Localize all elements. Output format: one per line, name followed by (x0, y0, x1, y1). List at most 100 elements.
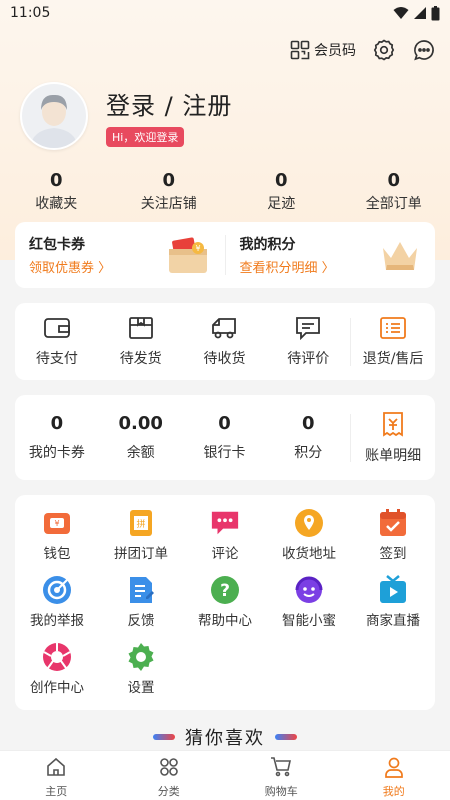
service-check-in[interactable]: 签到 (351, 508, 435, 575)
service-group-orders[interactable]: 拼 拼团订单 (99, 508, 183, 575)
avatar[interactable] (20, 82, 88, 150)
order-to-ship[interactable]: 待发货 (99, 316, 183, 368)
service-label: 钱包 (43, 546, 71, 562)
group-order-icon: 拼 (130, 510, 152, 536)
service-creator-center[interactable]: 创作中心 (15, 642, 99, 709)
services-card: ¥ 钱包 拼 拼团订单 评论 收货地址 签到 我的举报 反馈 ? 帮助中心 智能… (15, 495, 435, 710)
stat-favorites[interactable]: 0 收藏夹 (0, 170, 113, 213)
stat-label: 收藏夹 (35, 196, 78, 212)
points-entry[interactable]: 我的积分 查看积分明细 〉 (226, 222, 436, 288)
tab-mine[interactable]: 我的 (338, 751, 450, 800)
signal-icon (414, 7, 426, 19)
svg-text:¥: ¥ (54, 519, 59, 528)
service-label: 评论 (211, 546, 239, 562)
calendar-check-icon (380, 509, 406, 536)
order-label: 待发货 (119, 350, 162, 367)
service-label: 签到 (379, 546, 407, 562)
service-reviews[interactable]: 评论 (183, 508, 267, 575)
guess-you-like-header: 猜你喜欢 (0, 724, 450, 750)
svg-text:拼: 拼 (136, 518, 145, 530)
order-label: 退货/售后 (362, 350, 424, 367)
order-to-review[interactable]: 待评价 (266, 316, 350, 368)
service-my-reports[interactable]: 我的举报 (15, 575, 99, 642)
wallet-bank-cards[interactable]: 0 银行卡 (183, 413, 267, 462)
service-settings[interactable]: 设置 (99, 642, 183, 709)
service-label: 反馈 (127, 613, 155, 629)
stat-value: 0 (274, 170, 288, 191)
aperture-icon (43, 643, 71, 671)
wifi-icon (393, 7, 409, 19)
wallet-label: 银行卡 (203, 445, 246, 461)
order-label: 待评价 (287, 350, 330, 367)
order-label: 待收货 (203, 350, 246, 367)
svg-text:?: ? (220, 581, 230, 601)
service-label: 收货地址 (282, 546, 336, 562)
service-wallet[interactable]: ¥ 钱包 (15, 508, 99, 575)
wallet-points[interactable]: 0 积分 (266, 413, 350, 462)
truck-icon (212, 317, 237, 338)
return-icon (380, 316, 406, 339)
order-label: 待支付 (35, 350, 78, 367)
bill-detail-entry[interactable]: 账单明细 (351, 411, 435, 465)
wallet-label: 积分 (294, 445, 323, 461)
service-feedback[interactable]: 反馈 (99, 575, 183, 642)
member-code-label: 会员码 (314, 43, 356, 59)
login-register-link[interactable]: 登录 / 注册 (106, 86, 232, 121)
bill-icon (383, 411, 403, 437)
bottom-tab-bar: 主页 分类 购物车 我的 (0, 750, 450, 800)
tab-home[interactable]: 主页 (0, 751, 113, 800)
service-label: 商家直播 (366, 613, 420, 629)
service-label: 智能小蜜 (282, 613, 336, 629)
decor-right (275, 734, 297, 740)
default-avatar-icon (22, 84, 86, 148)
wallet-coupons[interactable]: 0 我的卡券 (15, 413, 99, 462)
service-address[interactable]: 收货地址 (267, 508, 351, 575)
services-grid: ¥ 钱包 拼 拼团订单 评论 收货地址 签到 我的举报 反馈 ? 帮助中心 智能… (15, 495, 435, 709)
profile-section[interactable]: 登录 / 注册 Hi，欢迎登录 (20, 82, 232, 150)
member-code-button[interactable]: 会员码 (290, 40, 356, 60)
guess-you-like-title: 猜你喜欢 (185, 728, 265, 749)
order-pending-payment[interactable]: 待支付 (15, 316, 99, 368)
service-label: 创作中心 (30, 680, 84, 696)
tab-label: 分类 (157, 785, 180, 798)
status-time: 11:05 (10, 5, 51, 21)
tab-cart[interactable]: 购物车 (225, 751, 338, 800)
stat-label: 关注店铺 (140, 196, 197, 212)
service-label: 拼团订单 (114, 546, 168, 562)
wallet-value: 0 (50, 413, 64, 434)
stat-value: 0 (49, 170, 63, 191)
crown-icon (383, 242, 417, 270)
gear-icon[interactable] (372, 38, 396, 62)
wallet-balance[interactable]: 0.00 余额 (99, 413, 183, 462)
stat-label: 足迹 (267, 196, 296, 212)
order-returns[interactable]: 退货/售后 (351, 316, 435, 368)
stat-value: 0 (162, 170, 176, 191)
promo-card: 红包卡券 领取优惠券 〉 ¥ 我的积分 查看积分明细 〉 (15, 222, 435, 288)
wallet-label: 余额 (126, 445, 155, 461)
welcome-badge: Hi，欢迎登录 (106, 126, 185, 147)
wallet-icon: ¥ (44, 513, 70, 534)
service-help-center[interactable]: ? 帮助中心 (183, 575, 267, 642)
help-icon: ? (211, 576, 239, 604)
message-icon[interactable] (412, 38, 436, 62)
coupons-entry[interactable]: 红包卡券 领取优惠券 〉 ¥ (15, 222, 225, 288)
stat-footprints[interactable]: 0 足迹 (225, 170, 338, 213)
service-merchant-live[interactable]: 商家直播 (351, 575, 435, 642)
orders-card: 待支付 待发货 待收货 待评价 退货/售后 (15, 303, 435, 380)
stat-all-orders[interactable]: 0 全部订单 (338, 170, 450, 213)
stat-followed-stores[interactable]: 0 关注店铺 (113, 170, 226, 213)
wallet-icon (43, 317, 70, 338)
tab-label: 购物车 (264, 785, 298, 798)
location-icon (295, 509, 323, 537)
service-label: 我的举报 (30, 613, 84, 629)
decor-left (153, 734, 175, 740)
service-smart-assistant[interactable]: 智能小蜜 (267, 575, 351, 642)
wallet-card: 0 我的卡券 0.00 余额 0 银行卡 0 积分 账单明细 (15, 395, 435, 480)
tab-category[interactable]: 分类 (113, 751, 226, 800)
qr-code-icon (290, 40, 310, 60)
comment-icon (296, 316, 321, 340)
order-to-receive[interactable]: 待收货 (183, 316, 267, 368)
stats-row: 0 收藏夹 0 关注店铺 0 足迹 0 全部订单 (0, 170, 450, 213)
feedback-icon (130, 577, 154, 603)
bill-detail-label: 账单明细 (365, 447, 422, 464)
